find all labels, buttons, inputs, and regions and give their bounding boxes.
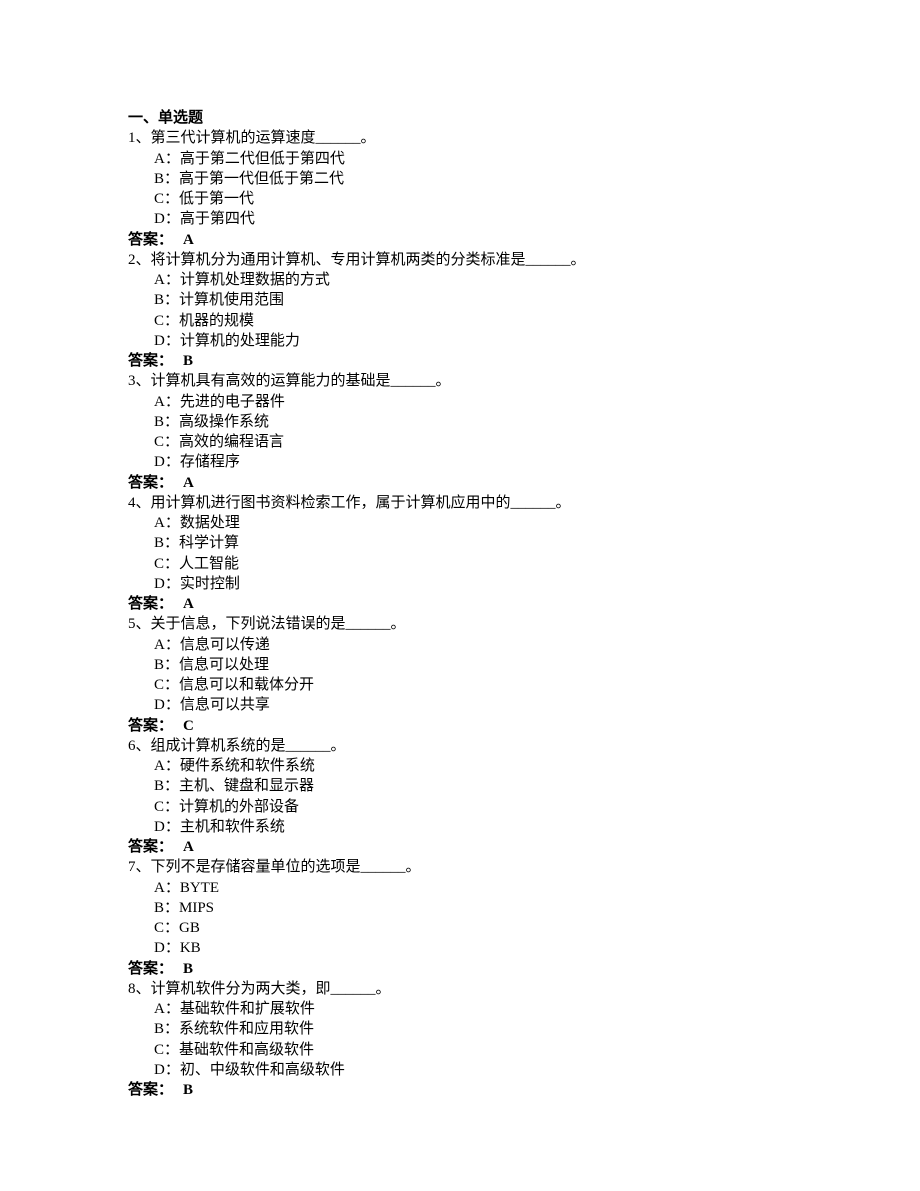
answer-line: 答案： A [128,594,792,614]
option-d: D：高于第四代 [128,209,792,229]
question-text: 1、第三代计算机的运算速度______。 [128,128,792,148]
answer-label: 答案： [128,1082,173,1098]
option-d: D：信息可以共享 [128,695,792,715]
answer-value: A [183,232,194,248]
answer-value: A [183,839,194,855]
answer-value: B [183,1082,193,1098]
option-c: C：机器的规模 [128,311,792,331]
answer-label: 答案： [128,839,173,855]
option-a: A：先进的电子器件 [128,392,792,412]
section-title: 一、单选题 [128,108,792,128]
option-d: D：主机和软件系统 [128,817,792,837]
question-text: 8、计算机软件分为两大类，即______。 [128,979,792,999]
option-a: A：硬件系统和软件系统 [128,756,792,776]
answer-value: A [183,596,194,612]
question-text: 2、将计算机分为通用计算机、专用计算机两类的分类标准是______。 [128,250,792,270]
option-b: B：信息可以处理 [128,655,792,675]
answer-label: 答案： [128,596,173,612]
answer-label: 答案： [128,718,173,734]
option-b: B：科学计算 [128,533,792,553]
answer-label: 答案： [128,475,173,491]
option-b: B：系统软件和应用软件 [128,1019,792,1039]
question-text: 3、计算机具有高效的运算能力的基础是______。 [128,371,792,391]
question-text: 7、下列不是存储容量单位的选项是______。 [128,857,792,877]
answer-line: 答案： B [128,959,792,979]
question-text: 5、关于信息，下列说法错误的是______。 [128,614,792,634]
option-a: A：基础软件和扩展软件 [128,999,792,1019]
question-3: 3、计算机具有高效的运算能力的基础是______。 A：先进的电子器件 B：高级… [128,371,792,493]
option-c: C：信息可以和载体分开 [128,675,792,695]
answer-value: C [183,718,194,734]
option-b: B：MIPS [128,898,792,918]
question-text: 6、组成计算机系统的是______。 [128,736,792,756]
option-b: B：计算机使用范围 [128,290,792,310]
question-text: 4、用计算机进行图书资料检索工作，属于计算机应用中的______。 [128,493,792,513]
answer-value: B [183,353,193,369]
answer-line: 答案： A [128,837,792,857]
question-1: 1、第三代计算机的运算速度______。 A：高于第二代但低于第四代 B：高于第… [128,128,792,250]
option-a: A：数据处理 [128,513,792,533]
option-a: A：高于第二代但低于第四代 [128,149,792,169]
option-b: B：高级操作系统 [128,412,792,432]
option-c: C：低于第一代 [128,189,792,209]
answer-label: 答案： [128,353,173,369]
question-8: 8、计算机软件分为两大类，即______。 A：基础软件和扩展软件 B：系统软件… [128,979,792,1101]
option-d: D：存储程序 [128,452,792,472]
question-2: 2、将计算机分为通用计算机、专用计算机两类的分类标准是______。 A：计算机… [128,250,792,372]
option-c: C：高效的编程语言 [128,432,792,452]
option-a: A：信息可以传递 [128,635,792,655]
option-c: C：基础软件和高级软件 [128,1040,792,1060]
answer-line: 答案： A [128,473,792,493]
answer-value: B [183,961,193,977]
option-c: C：计算机的外部设备 [128,797,792,817]
question-6: 6、组成计算机系统的是______。 A：硬件系统和软件系统 B：主机、键盘和显… [128,736,792,858]
option-d: D：计算机的处理能力 [128,331,792,351]
answer-label: 答案： [128,232,173,248]
option-a: A：计算机处理数据的方式 [128,270,792,290]
question-5: 5、关于信息，下列说法错误的是______。 A：信息可以传递 B：信息可以处理… [128,614,792,736]
option-d: D：KB [128,938,792,958]
question-7: 7、下列不是存储容量单位的选项是______。 A：BYTE B：MIPS C：… [128,857,792,979]
option-c: C：GB [128,918,792,938]
option-c: C：人工智能 [128,554,792,574]
answer-line: 答案： A [128,230,792,250]
answer-value: A [183,475,194,491]
option-b: B：高于第一代但低于第二代 [128,169,792,189]
question-4: 4、用计算机进行图书资料检索工作，属于计算机应用中的______。 A：数据处理… [128,493,792,615]
option-d: D：实时控制 [128,574,792,594]
option-a: A：BYTE [128,878,792,898]
answer-label: 答案： [128,961,173,977]
answer-line: 答案： B [128,1080,792,1100]
answer-line: 答案： B [128,351,792,371]
answer-line: 答案： C [128,716,792,736]
option-d: D：初、中级软件和高级软件 [128,1060,792,1080]
option-b: B：主机、键盘和显示器 [128,776,792,796]
